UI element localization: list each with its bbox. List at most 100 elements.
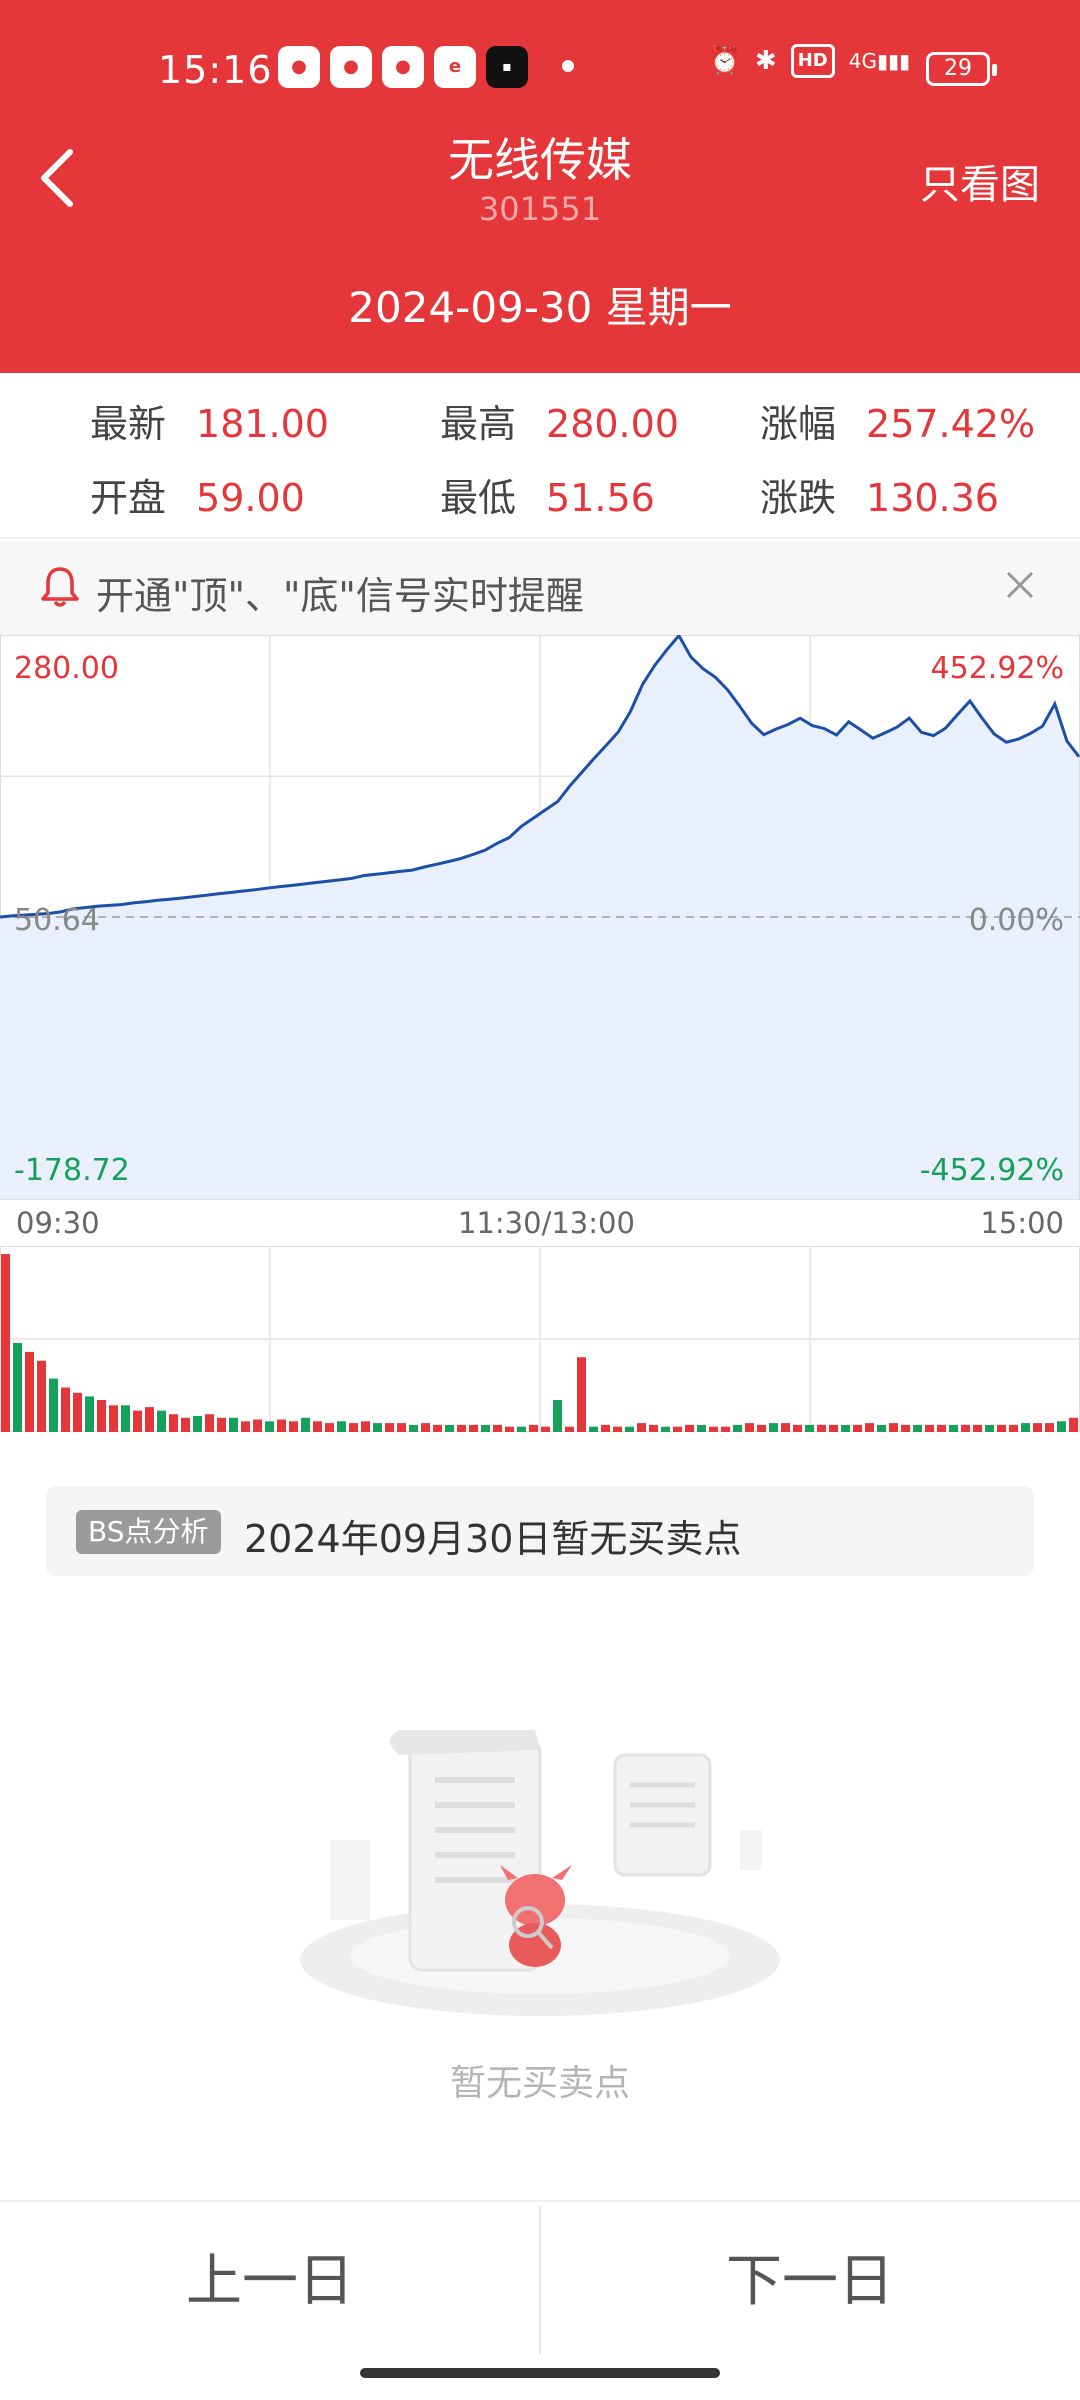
- only-chart-button[interactable]: 只看图: [920, 152, 1040, 210]
- close-icon[interactable]: [998, 563, 1042, 607]
- volume-bar: [925, 1424, 934, 1432]
- prev-day-button[interactable]: 上一日: [0, 2202, 540, 2362]
- home-indicator[interactable]: [360, 2368, 720, 2378]
- quote-latest: 最新 181.00: [90, 402, 329, 446]
- volume-bar: [637, 1423, 646, 1432]
- volume-bar: [205, 1414, 214, 1432]
- app-notification-icon: e: [434, 46, 476, 88]
- volume-bar: [145, 1407, 154, 1432]
- volume-bar: [13, 1343, 22, 1432]
- volume-bar: [97, 1400, 106, 1432]
- volume-bar: [853, 1424, 862, 1432]
- trade-date: 2024-09-30 星期一: [348, 283, 732, 332]
- bluetooth-icon: ✱: [754, 46, 777, 76]
- volume-bar: [529, 1424, 538, 1432]
- volume-bar: [169, 1414, 178, 1432]
- volume-bar: [757, 1424, 766, 1432]
- bell-icon: [40, 565, 80, 613]
- volume-bar: [229, 1417, 238, 1432]
- volume-bar: [505, 1426, 514, 1432]
- stock-title: 无线传媒: [448, 133, 632, 187]
- volume-chart-svg: [0, 1246, 1080, 1432]
- volume-bar: [1033, 1423, 1042, 1432]
- volume-bar: [613, 1426, 622, 1432]
- app-notification-icon: ●: [330, 46, 372, 88]
- y-label-top-left: 280.00: [14, 651, 119, 686]
- volume-bar: [865, 1423, 874, 1432]
- quote-panel: 最新 181.00 最高 280.00 涨幅 257.42% 开盘 59.00 最低 51…: [0, 373, 1080, 539]
- volume-bar: [733, 1424, 742, 1432]
- y-label-top-right: 452.92%: [930, 651, 1064, 686]
- empty-illustration: [290, 1700, 790, 2020]
- quote-low: 最低 51.56: [440, 476, 655, 520]
- bs-tag: BS点分析: [76, 1510, 221, 1554]
- alert-text: 开通"顶"、"底"信号实时提醒: [96, 574, 584, 618]
- volume-bar: [325, 1423, 334, 1432]
- battery-icon: 29: [926, 52, 997, 86]
- volume-bar: [241, 1421, 250, 1432]
- volume-bar: [1057, 1421, 1066, 1432]
- next-day-button[interactable]: 下一日: [540, 2202, 1080, 2362]
- volume-bar: [649, 1424, 658, 1432]
- volume-bar: [517, 1426, 526, 1432]
- volume-bar: [49, 1378, 58, 1432]
- volume-bar: [697, 1424, 706, 1432]
- volume-bar: [913, 1424, 922, 1432]
- signal-icon: 4G▮▮▮: [848, 49, 910, 73]
- volume-bar: [433, 1424, 442, 1432]
- status-time: 15:16: [158, 48, 273, 92]
- volume-bar: [337, 1421, 346, 1432]
- volume-bar: [901, 1424, 910, 1432]
- volume-bar: [181, 1417, 190, 1432]
- volume-bar: [625, 1426, 634, 1432]
- volume-bar: [877, 1424, 886, 1432]
- volume-bar: [121, 1405, 130, 1432]
- time-tick-end: 15:00: [980, 1206, 1064, 1240]
- volume-bar: [961, 1424, 970, 1432]
- volume-bar: [361, 1421, 370, 1432]
- empty-text: 暂无买卖点: [449, 2063, 630, 2104]
- volume-bar: [253, 1419, 262, 1432]
- volume-bar: [829, 1424, 838, 1432]
- volume-bar: [709, 1426, 718, 1432]
- signal-alert-bar[interactable]: 开通"顶"、"底"信号实时提醒: [0, 541, 1080, 635]
- y-label-bottom-right: -452.92%: [919, 1153, 1064, 1188]
- time-tick-mid: 11:30/13:00: [458, 1206, 635, 1240]
- price-chart-svg: [0, 635, 1080, 1200]
- volume-bar: [421, 1423, 430, 1432]
- y-label-mid-right: 0.00%: [968, 903, 1064, 938]
- volume-bar: [301, 1417, 310, 1432]
- notification-icons: ● ● ● e ▪: [278, 46, 528, 88]
- y-label-bottom-left: -178.72: [14, 1153, 130, 1188]
- quote-change: 涨跌 130.36: [760, 476, 999, 520]
- y-label-mid-left: 50.64: [14, 903, 100, 938]
- app-notification-icon: ▪: [486, 46, 528, 88]
- volume-bar: [289, 1421, 298, 1432]
- volume-bar: [1009, 1424, 1018, 1432]
- volume-bar: [841, 1424, 850, 1432]
- volume-bar: [781, 1423, 790, 1432]
- volume-bar: [133, 1410, 142, 1432]
- volume-chart[interactable]: [0, 1246, 1080, 1432]
- volume-bar: [661, 1426, 670, 1432]
- volume-bar: [73, 1392, 82, 1432]
- volume-bar: [385, 1423, 394, 1432]
- status-icons: ⏰ ✱ HD 4G▮▮▮: [709, 44, 910, 78]
- hd-icon: HD: [790, 44, 835, 78]
- volume-bar: [313, 1421, 322, 1432]
- volume-bar: [577, 1357, 586, 1432]
- volume-bar: [541, 1426, 550, 1432]
- volume-bar: [277, 1419, 286, 1432]
- volume-bar: [817, 1424, 826, 1432]
- volume-bar: [769, 1423, 778, 1432]
- volume-bar: [397, 1423, 406, 1432]
- volume-bar: [1021, 1423, 1030, 1432]
- bs-text: 2024年09月30日暂无买卖点: [244, 1517, 742, 1561]
- volume-bar: [349, 1423, 358, 1432]
- quote-change-pct: 涨幅 257.42%: [760, 402, 1036, 446]
- quote-open: 开盘 59.00: [90, 476, 305, 520]
- intraday-chart[interactable]: 280.00 50.64 -178.72 452.92% 0.00% -452.…: [0, 635, 1080, 1200]
- app-notification-icon: ●: [278, 46, 320, 88]
- volume-bar: [409, 1424, 418, 1432]
- time-axis: 09:30 11:30/13:00 15:00: [0, 1200, 1080, 1246]
